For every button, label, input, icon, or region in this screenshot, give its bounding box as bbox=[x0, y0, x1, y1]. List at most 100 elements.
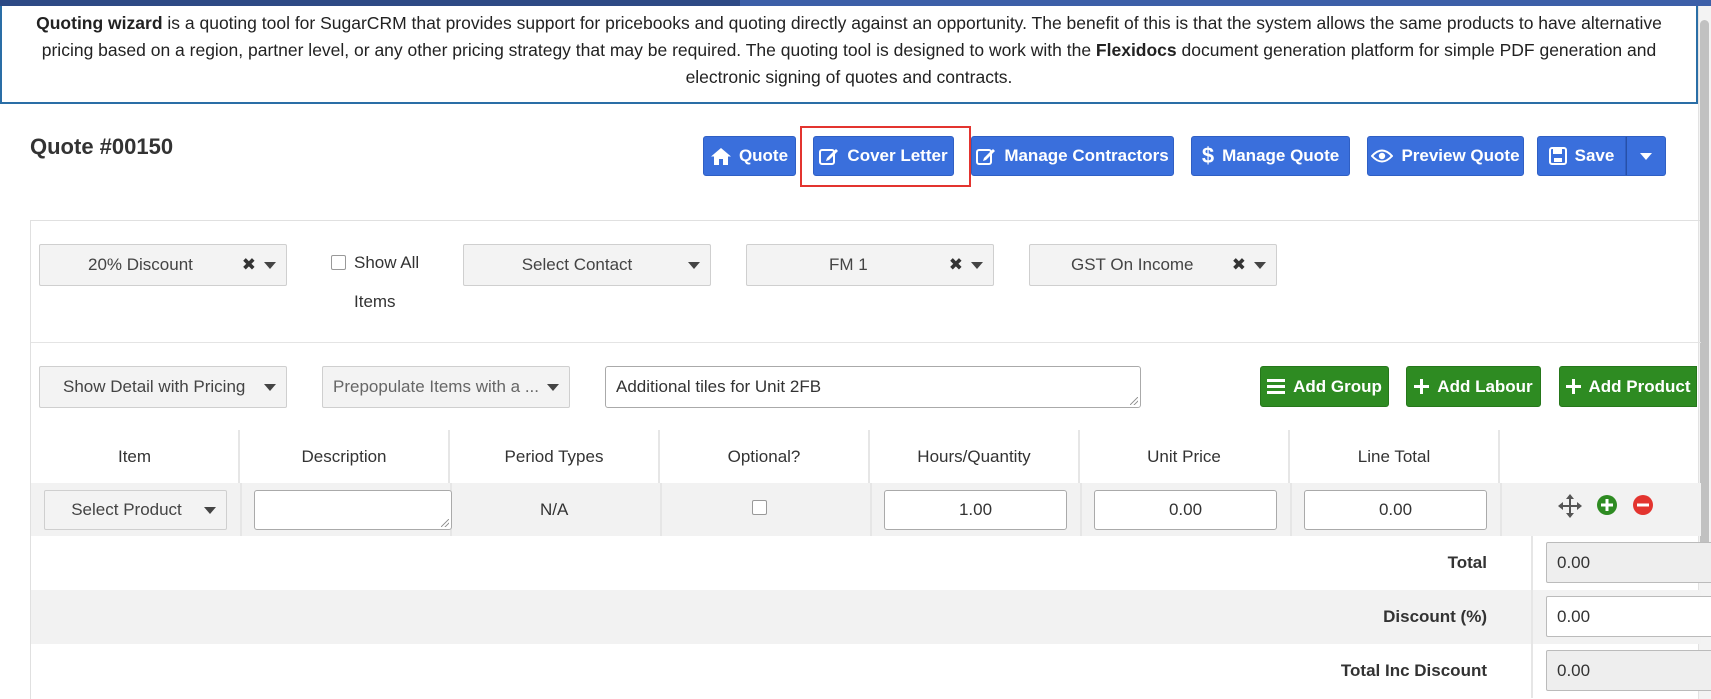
prepopulate-select-value: Prepopulate Items with a ... bbox=[333, 377, 539, 396]
fm-select-value: FM 1 bbox=[829, 255, 868, 274]
add-labour-button[interactable]: Add Labour bbox=[1406, 366, 1541, 407]
clear-icon[interactable]: ✖ bbox=[1232, 255, 1246, 275]
column-header-description: Description bbox=[240, 430, 450, 483]
unit-price-input[interactable]: 0.00 bbox=[1094, 490, 1277, 530]
chevron-down-icon bbox=[1254, 262, 1266, 269]
chevron-down-icon bbox=[547, 384, 559, 391]
chevron-down-icon bbox=[204, 507, 216, 514]
remove-row-icon[interactable] bbox=[1632, 494, 1654, 516]
column-header-unit-price: Unit Price bbox=[1080, 430, 1290, 483]
quote-button-label: Quote bbox=[738, 146, 789, 165]
chevron-down-icon bbox=[971, 262, 983, 269]
unit-price-value: 0.00 bbox=[1168, 500, 1203, 519]
table-header: Item Description Period Types Optional? … bbox=[31, 430, 1701, 483]
show-all-items-label: Show All bbox=[354, 253, 420, 272]
total-inc-discount-label: Total Inc Discount bbox=[1340, 661, 1487, 680]
add-product-button[interactable]: Add Product bbox=[1559, 366, 1697, 407]
total-row: Total 0.00 bbox=[31, 536, 1711, 590]
detail-select[interactable]: Show Detail with Pricing bbox=[39, 366, 287, 408]
quantity-value: 1.00 bbox=[958, 500, 993, 519]
page-title: Quote #00150 bbox=[30, 134, 174, 159]
resize-handle[interactable] bbox=[441, 519, 449, 527]
contact-select[interactable]: Select Contact bbox=[463, 244, 711, 286]
tax-select-value: GST On Income bbox=[1071, 255, 1194, 274]
cell-divider bbox=[870, 483, 872, 536]
home-icon bbox=[710, 147, 731, 165]
plus-icon bbox=[1565, 379, 1581, 394]
total-inc-discount-value: 0.00 bbox=[1546, 650, 1711, 691]
cell-divider bbox=[1290, 483, 1292, 536]
detail-select-value: Show Detail with Pricing bbox=[63, 377, 246, 396]
cell-divider bbox=[1080, 483, 1082, 536]
manage-quote-button-label: Manage Quote bbox=[1222, 146, 1340, 165]
discount-row: Discount (%) 0.00 bbox=[31, 590, 1711, 644]
info-flexidocs-name: Flexidocs bbox=[1095, 40, 1177, 60]
cell-divider bbox=[1531, 590, 1533, 644]
scrollbar-thumb[interactable] bbox=[1700, 20, 1709, 580]
period-type-value: N/A bbox=[540, 500, 569, 519]
save-button-label: Save bbox=[1574, 146, 1615, 165]
cell-divider bbox=[660, 483, 662, 536]
discount-select-value: 20% Discount bbox=[88, 255, 193, 274]
group-name-input[interactable]: Additional tiles for Unit 2FB bbox=[605, 366, 1141, 408]
quantity-input[interactable]: 1.00 bbox=[884, 490, 1067, 530]
move-icon[interactable] bbox=[1558, 494, 1582, 518]
info-banner: Quoting wizard is a quoting tool for Sug… bbox=[0, 6, 1698, 104]
product-select-value: Select Product bbox=[71, 500, 182, 519]
highlight-box bbox=[800, 126, 971, 187]
manage-quote-button[interactable]: $ Manage Quote bbox=[1191, 136, 1350, 176]
resize-handle[interactable] bbox=[1130, 397, 1138, 405]
show-all-items-checkbox[interactable] bbox=[331, 255, 346, 270]
product-select[interactable]: Select Product bbox=[44, 490, 227, 530]
discount-input[interactable]: 0.00 bbox=[1546, 596, 1711, 637]
optional-checkbox[interactable] bbox=[752, 500, 767, 515]
add-labour-button-label: Add Labour bbox=[1437, 376, 1533, 396]
add-group-button[interactable]: Add Group bbox=[1260, 366, 1389, 407]
total-value: 0.00 bbox=[1546, 542, 1711, 583]
column-header-item: Item bbox=[31, 430, 240, 483]
cell-divider bbox=[1531, 536, 1533, 590]
chevron-down-icon bbox=[688, 262, 700, 269]
preview-quote-button[interactable]: Preview Quote bbox=[1367, 136, 1524, 176]
discount-label: Discount (%) bbox=[1383, 607, 1487, 626]
column-header-line-total: Line Total bbox=[1290, 430, 1500, 483]
caret-down-icon bbox=[1640, 152, 1652, 160]
clear-icon[interactable]: ✖ bbox=[949, 255, 963, 275]
save-dropdown-button[interactable] bbox=[1626, 136, 1666, 176]
chevron-down-icon bbox=[264, 262, 276, 269]
tax-select[interactable]: GST On Income ✖ bbox=[1029, 244, 1277, 286]
line-total-input[interactable]: 0.00 bbox=[1304, 490, 1487, 530]
cell-divider bbox=[1500, 483, 1502, 536]
edit-icon bbox=[976, 149, 996, 165]
manage-contractors-button-label: Manage Contractors bbox=[1004, 146, 1169, 165]
group-name-value: Additional tiles for Unit 2FB bbox=[616, 377, 822, 396]
manage-contractors-button[interactable]: Manage Contractors bbox=[971, 136, 1174, 176]
column-header-period-types: Period Types bbox=[450, 430, 660, 483]
contact-select-value: Select Contact bbox=[521, 255, 633, 274]
save-icon bbox=[1548, 147, 1567, 165]
add-row-icon[interactable] bbox=[1596, 494, 1618, 516]
list-icon bbox=[1267, 379, 1286, 394]
plus-icon bbox=[1414, 379, 1430, 394]
chevron-down-icon bbox=[264, 384, 276, 391]
cell-divider bbox=[1531, 644, 1533, 698]
total-inc-discount-row: Total Inc Discount 0.00 bbox=[31, 644, 1711, 698]
discount-select[interactable]: 20% Discount ✖ bbox=[39, 244, 287, 286]
description-input[interactable] bbox=[254, 490, 452, 530]
clear-icon[interactable]: ✖ bbox=[242, 255, 256, 275]
dollar-icon: $ bbox=[1201, 143, 1215, 168]
cell-divider bbox=[240, 483, 242, 536]
column-header-optional: Optional? bbox=[660, 430, 870, 483]
fm-select[interactable]: FM 1 ✖ bbox=[746, 244, 994, 286]
save-button[interactable]: Save bbox=[1537, 136, 1626, 176]
prepopulate-select[interactable]: Prepopulate Items with a ... bbox=[322, 366, 570, 408]
show-all-items-label-line2: Items bbox=[354, 292, 396, 311]
eye-icon bbox=[1371, 149, 1394, 163]
total-label: Total bbox=[1447, 553, 1487, 572]
info-product-name: Quoting wizard bbox=[36, 13, 163, 33]
add-product-button-label: Add Product bbox=[1588, 376, 1691, 396]
line-total-value: 0.00 bbox=[1378, 500, 1413, 519]
quote-button[interactable]: Quote bbox=[703, 136, 796, 176]
column-header-quantity: Hours/Quantity bbox=[870, 430, 1080, 483]
add-group-button-label: Add Group bbox=[1293, 376, 1382, 396]
